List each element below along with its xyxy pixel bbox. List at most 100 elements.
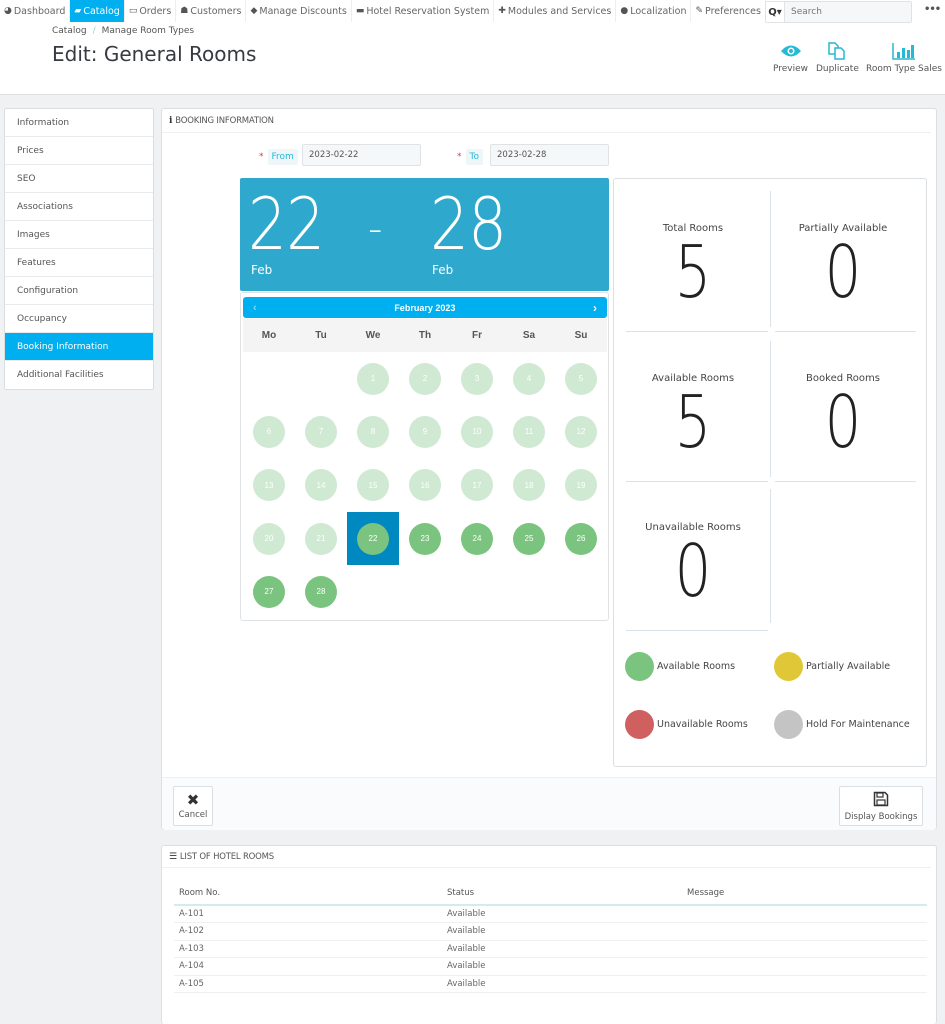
calendar-day: 15 [357, 469, 389, 502]
stat-partially-available: Partially Available 0 [772, 189, 914, 331]
copy-icon [827, 38, 847, 64]
day-cell: 4 [503, 352, 555, 405]
nav-item-orders[interactable]: ▭ Orders [125, 0, 177, 22]
day-cell: 2 [399, 352, 451, 405]
sidebar-item-additional-facilities[interactable]: Additional Facilities [5, 361, 153, 389]
sidebar-item-information[interactable]: Information [5, 109, 153, 137]
calendar-day[interactable]: 23 [409, 522, 441, 555]
day-cell: 8 [347, 405, 399, 458]
day-cell[interactable]: 28 [295, 565, 347, 618]
sidebar-item-seo[interactable]: SEO [5, 165, 153, 193]
sidebar-item-features[interactable]: Features [5, 249, 153, 277]
sidebar-item-images[interactable]: Images [5, 221, 153, 249]
search-icon: Q▾ [768, 6, 782, 18]
preview-label: Preview [773, 64, 809, 74]
nav-item-label: Catalog [83, 5, 120, 17]
display-bookings-button[interactable]: Display Bookings [839, 786, 923, 826]
day-cell: 21 [295, 512, 347, 565]
eye-icon [780, 38, 802, 64]
nav-item-customers[interactable]: ☗ Customers [176, 0, 247, 22]
nav-item-modules-and-services[interactable]: ✚ Modules and Services [494, 0, 617, 22]
table-row: A-101 Available [174, 905, 927, 923]
nav-item-label: Modules and Services [507, 5, 612, 17]
day-cell[interactable]: 27 [243, 565, 295, 618]
cell-message [682, 940, 927, 958]
breadcrumb-manage-room-types[interactable]: Manage Room Types [102, 26, 194, 36]
weekday-label: We [365, 330, 381, 341]
nav-item-manage-discounts[interactable]: ◆ Manage Discounts [246, 0, 352, 22]
preview-button[interactable]: Preview [773, 38, 808, 74]
nav-item-catalog[interactable]: ▰ Catalog [70, 0, 125, 22]
cell-status: Available [442, 905, 682, 923]
date-from-input[interactable] [302, 144, 421, 166]
calendar-day[interactable]: 28 [305, 575, 337, 608]
search-input[interactable] [785, 2, 911, 22]
prev-month-button[interactable]: ‹ [253, 302, 257, 314]
divider [770, 191, 771, 327]
calendar-day[interactable]: 27 [253, 575, 285, 608]
search-bar: Q▾ [765, 1, 912, 23]
day-cell[interactable]: 23 [399, 512, 451, 565]
calendar-day: 14 [305, 469, 337, 502]
range-end-day: 28 [430, 182, 507, 266]
nav-item-label: Dashboard [13, 5, 66, 17]
divider [770, 341, 771, 477]
calendar-day[interactable]: 25 [513, 522, 545, 555]
duplicate-button[interactable]: Duplicate [816, 38, 859, 74]
day-cell[interactable]: 25 [503, 512, 555, 565]
cell-room: A-104 [174, 957, 442, 976]
cell-message [682, 957, 927, 976]
cell-message [682, 975, 927, 993]
calendar-day[interactable]: 26 [565, 522, 597, 555]
calendar-day: 9 [409, 415, 441, 448]
column-header-room-no: Room No. [174, 882, 442, 906]
breadcrumb-catalog[interactable]: Catalog [52, 26, 87, 36]
cell-message [682, 905, 927, 923]
date-to-input[interactable] [490, 144, 609, 166]
day-cell[interactable]: 26 [555, 512, 607, 565]
column-header-message: Message [682, 882, 927, 906]
hotel-rooms-list-panel: ☰ LIST OF HOTEL ROOMS Room No. Status Me… [161, 845, 937, 1024]
nav-item-preferences[interactable]: ✎ Preferences [691, 0, 766, 22]
more-menu-icon[interactable]: ••• [924, 4, 941, 15]
selected-day-cell[interactable]: 22 [347, 511, 399, 566]
column-header-status: Status [442, 882, 682, 906]
weekday-label: Su [574, 330, 588, 341]
legend-dot-unavailable [625, 710, 654, 739]
nav-item-label: Hotel Reservation System [366, 5, 490, 17]
dashboard-icon: ◕ [4, 6, 12, 16]
panel-heading: i BOOKING INFORMATION [162, 109, 931, 133]
sidebar-item-associations[interactable]: Associations [5, 193, 153, 221]
day-cell: 14 [295, 459, 347, 512]
nav-item-dashboard[interactable]: ◕ Dashboard [0, 0, 71, 22]
day-cell[interactable]: 24 [451, 512, 503, 565]
calendar-day[interactable]: 24 [461, 522, 493, 555]
list-icon: ☰ [169, 851, 177, 862]
nav-item-localization[interactable]: ● Localization [616, 0, 692, 22]
stat-value: 0 [824, 380, 862, 464]
cell-status: Available [442, 922, 682, 941]
nav-item-label: Orders [139, 5, 172, 17]
sidebar-item-configuration[interactable]: Configuration [5, 277, 153, 305]
cancel-button[interactable]: ✖ Cancel [173, 786, 213, 826]
sidebar-item-prices[interactable]: Prices [5, 137, 153, 165]
calendar-day: 18 [513, 469, 545, 502]
product-tabs-sidebar: Information Prices SEO Associations Images Fe… [4, 108, 154, 390]
day-cell: 17 [451, 459, 503, 512]
bar-chart-icon [892, 38, 916, 64]
room-type-sales-button[interactable]: Room Type Sales [866, 38, 942, 74]
sidebar-item-booking-information[interactable]: Booking Information [5, 333, 153, 361]
range-start-month: Feb [251, 263, 273, 277]
sidebar-item-occupancy[interactable]: Occupancy [5, 305, 153, 333]
next-month-button[interactable]: › [593, 301, 597, 315]
calendar-day[interactable]: 22 [357, 522, 389, 555]
search-type-dropdown[interactable]: Q▾ [766, 2, 785, 22]
stat-booked-rooms: Booked Rooms 0 [772, 339, 914, 481]
day-cell: 1 [347, 352, 399, 405]
nav-item-hotel-reservation-system[interactable]: ▬ Hotel Reservation System [352, 0, 495, 22]
tags-icon: ◆ [250, 6, 258, 16]
breadcrumb: Catalog / Manage Room Types [52, 26, 194, 36]
nav-item-label: Customers [190, 5, 242, 17]
weekday-label: Th [418, 330, 432, 341]
stat-value: 0 [674, 529, 712, 613]
